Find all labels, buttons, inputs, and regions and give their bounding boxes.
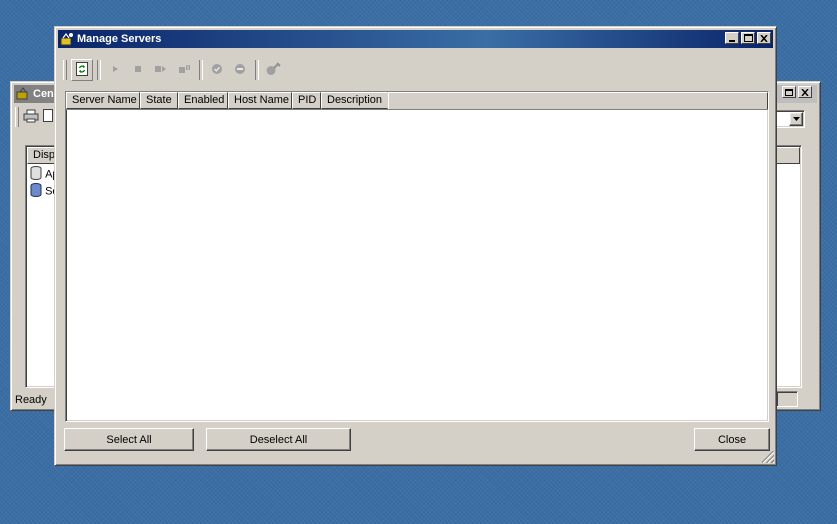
- disable-button[interactable]: [229, 59, 251, 81]
- bg-toolbar-grip: [15, 107, 19, 127]
- enable-button[interactable]: [206, 59, 228, 81]
- toolbar-grip[interactable]: [63, 60, 67, 80]
- dialog-title: Manage Servers: [77, 33, 162, 45]
- play-icon: [110, 64, 120, 77]
- restart-icon: [154, 64, 168, 77]
- dialog-toolbar: [63, 57, 768, 83]
- select-all-button[interactable]: Select All: [64, 428, 194, 451]
- printer-icon[interactable]: [23, 109, 39, 126]
- enable-icon: [211, 63, 223, 78]
- bg-toolbar: [15, 107, 53, 127]
- column-header-filler: [388, 92, 768, 109]
- document-icon[interactable]: [43, 108, 53, 126]
- status-bar-text: Ready: [15, 394, 47, 406]
- manage-servers-dialog[interactable]: Manage Servers Server Name State Enabled…: [54, 26, 777, 466]
- app-icon: [16, 87, 30, 101]
- servers-list-body[interactable]: [68, 111, 766, 419]
- stop-icon: [133, 64, 143, 77]
- column-header-description[interactable]: Description: [321, 92, 388, 109]
- pause-button[interactable]: [173, 59, 195, 81]
- stop-button[interactable]: [127, 59, 149, 81]
- column-header-server-name[interactable]: Server Name: [66, 92, 140, 109]
- database-icon: [30, 166, 42, 183]
- wrench-icon: [265, 61, 281, 79]
- chevron-down-icon[interactable]: [789, 112, 803, 126]
- bg-close-button[interactable]: [798, 86, 812, 98]
- deselect-all-button[interactable]: Deselect All: [206, 428, 351, 451]
- start-button[interactable]: [104, 59, 126, 81]
- properties-button[interactable]: [262, 59, 284, 81]
- pause-icon: [178, 64, 190, 77]
- column-header-state[interactable]: State: [140, 92, 178, 109]
- restart-button[interactable]: [150, 59, 172, 81]
- background-window-title: Cen: [33, 88, 54, 100]
- disable-icon: [234, 63, 246, 78]
- column-header-host-name[interactable]: Host Name: [228, 92, 292, 109]
- refresh-button[interactable]: [71, 59, 93, 81]
- maximize-button[interactable]: [741, 32, 755, 44]
- toolbar-separator: [199, 60, 203, 80]
- column-header-pid[interactable]: PID: [292, 92, 321, 109]
- servers-list-header: Server Name State Enabled Host Name PID …: [66, 92, 768, 110]
- status-bar-panel: [776, 391, 798, 407]
- minimize-button[interactable]: [725, 32, 739, 44]
- column-header-enabled[interactable]: Enabled: [178, 92, 228, 109]
- database-icon: [30, 183, 42, 200]
- refresh-icon: [75, 61, 89, 79]
- bg-maximize-button[interactable]: [782, 86, 796, 98]
- close-title-button[interactable]: [757, 32, 771, 44]
- app-icon: [60, 32, 74, 46]
- toolbar-separator: [97, 60, 101, 80]
- close-button[interactable]: Close: [694, 428, 770, 451]
- toolbar-separator: [255, 60, 259, 80]
- dialog-titlebar[interactable]: Manage Servers: [58, 30, 773, 48]
- resize-grip[interactable]: [762, 451, 774, 463]
- servers-list[interactable]: Server Name State Enabled Host Name PID …: [65, 91, 769, 422]
